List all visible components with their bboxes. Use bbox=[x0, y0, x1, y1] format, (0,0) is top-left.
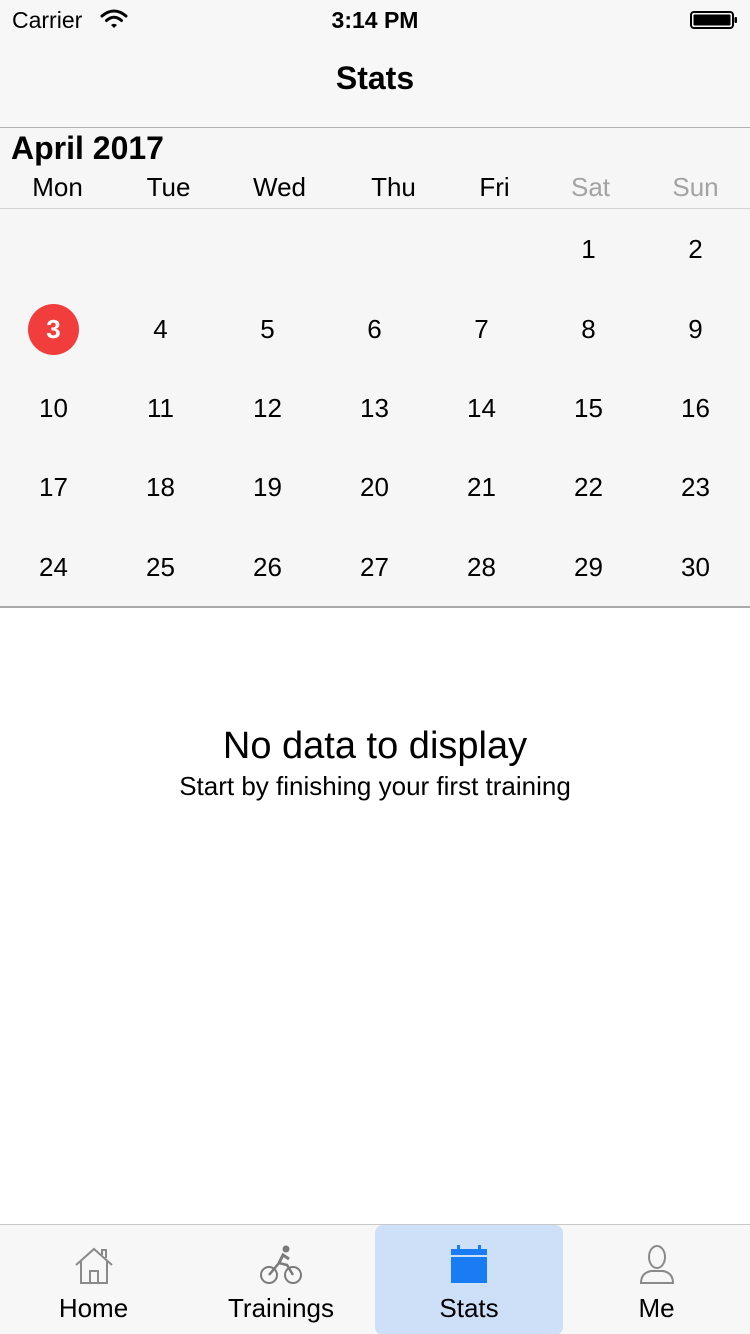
calendar-day-number: 7 bbox=[474, 314, 489, 344]
clock: 3:14 PM bbox=[331, 7, 419, 33]
calendar-day[interactable]: 30 bbox=[642, 528, 749, 608]
calendar-day[interactable]: 13 bbox=[321, 369, 428, 449]
calendar-day[interactable]: 16 bbox=[642, 369, 749, 449]
calendar-day-number: 5 bbox=[260, 314, 275, 344]
empty-state: No data to display Start by finishing yo… bbox=[0, 722, 750, 802]
calendar-day-number: 4 bbox=[153, 314, 168, 344]
page-title: Stats bbox=[335, 60, 415, 96]
calendar-day[interactable]: 21 bbox=[428, 448, 535, 528]
calendar-day-number: 30 bbox=[681, 552, 710, 582]
tab-me[interactable]: Me bbox=[563, 1225, 750, 1334]
calendar-day-number: 10 bbox=[39, 393, 68, 423]
calendar-day-number: 8 bbox=[581, 314, 596, 344]
calendar-day[interactable]: 8 bbox=[535, 290, 642, 370]
calendar-day[interactable]: 15 bbox=[535, 369, 642, 449]
empty-state-title: No data to display bbox=[222, 725, 528, 767]
calendar-day-number: 18 bbox=[146, 472, 175, 502]
calendar-day[interactable]: 25 bbox=[107, 528, 214, 608]
battery-icon bbox=[690, 11, 737, 29]
calendar-day-number: 20 bbox=[360, 472, 389, 502]
tab-stats[interactable]: Stats bbox=[375, 1225, 563, 1334]
calendar-day[interactable]: 23 bbox=[642, 448, 749, 528]
calendar-day[interactable]: 26 bbox=[214, 528, 321, 608]
calendar-day[interactable]: 4 bbox=[107, 290, 214, 370]
calendar-day-number: 15 bbox=[574, 393, 603, 423]
calendar-day-number: 2 bbox=[688, 234, 703, 264]
home-icon bbox=[75, 1247, 113, 1284]
calendar-day[interactable]: 18 bbox=[107, 448, 214, 528]
calendar-day[interactable]: 19 bbox=[214, 448, 321, 528]
calendar-day[interactable]: 14 bbox=[428, 369, 535, 449]
calendar-icon bbox=[451, 1245, 487, 1283]
calendar-day-number: 12 bbox=[253, 393, 282, 423]
calendar-day-today[interactable]: 3 bbox=[0, 290, 107, 370]
bicycle-icon bbox=[260, 1245, 302, 1284]
calendar-day-number: 28 bbox=[467, 552, 496, 582]
calendar-day-number: 9 bbox=[688, 314, 703, 344]
tab-trainings-label: Trainings bbox=[228, 1293, 334, 1323]
weekday-thu: Thu bbox=[371, 172, 416, 202]
calendar-day[interactable]: 10 bbox=[0, 369, 107, 449]
calendar-day-number: 19 bbox=[253, 472, 282, 502]
tab-trainings[interactable]: Trainings bbox=[187, 1225, 375, 1334]
calendar-day[interactable]: 6 bbox=[321, 290, 428, 370]
calendar-day[interactable]: 1 bbox=[535, 210, 642, 290]
status-bar: Carrier 3:14 PM bbox=[0, 0, 750, 40]
calendar-day-number: 11 bbox=[147, 393, 174, 423]
person-icon bbox=[639, 1245, 675, 1284]
calendar-day-number: 1 bbox=[581, 234, 596, 264]
tab-me-label: Me bbox=[638, 1293, 675, 1323]
calendar-day[interactable]: 24 bbox=[0, 528, 107, 608]
days-grid: 1 2 3 4 5 6 7 8 9 10 11 12 13 14 15 16 17 18 19 20 21 22 23 24 2… bbox=[0, 210, 750, 606]
calendar-day[interactable]: 20 bbox=[321, 448, 428, 528]
empty-state-subtitle: Start by finishing your first training bbox=[179, 771, 571, 801]
weekday-header: Mon Tue Wed Thu Fri Sat Sun bbox=[0, 172, 750, 209]
calendar-day-number: 16 bbox=[681, 393, 710, 423]
calendar-day[interactable]: 17 bbox=[0, 448, 107, 528]
calendar-day-number: 26 bbox=[253, 552, 282, 582]
tab-home-label: Home bbox=[58, 1293, 129, 1323]
weekday-mon: Mon bbox=[32, 172, 83, 202]
tab-stats-label: Stats bbox=[439, 1293, 499, 1323]
month-title: April 2017 bbox=[11, 130, 164, 166]
calendar-day-number: 25 bbox=[146, 552, 175, 582]
calendar-day[interactable]: 27 bbox=[321, 528, 428, 608]
calendar-day[interactable]: 7 bbox=[428, 290, 535, 370]
calendar-day-number: 21 bbox=[467, 472, 496, 502]
navigation-bar: Stats bbox=[0, 40, 750, 128]
calendar-day-number: 23 bbox=[681, 472, 710, 502]
tab-home[interactable]: Home bbox=[0, 1225, 187, 1334]
calendar-day-number: 29 bbox=[574, 552, 603, 582]
calendar-day-number: 14 bbox=[467, 393, 496, 423]
calendar-day[interactable]: 9 bbox=[642, 290, 749, 370]
calendar-day[interactable]: 11 bbox=[107, 369, 214, 449]
calendar-day[interactable]: 28 bbox=[428, 528, 535, 608]
calendar-day[interactable]: 12 bbox=[214, 369, 321, 449]
calendar-day[interactable]: 5 bbox=[214, 290, 321, 370]
calendar-day[interactable]: 22 bbox=[535, 448, 642, 528]
calendar: April 2017 Mon Tue Wed Thu Fri Sat Sun 1… bbox=[0, 128, 750, 608]
weekday-wed: Wed bbox=[253, 172, 306, 202]
weekday-sun: Sun bbox=[672, 172, 719, 202]
calendar-day[interactable]: 2 bbox=[642, 210, 749, 290]
weekday-sat: Sat bbox=[570, 172, 611, 202]
calendar-day-number: 17 bbox=[39, 472, 68, 502]
calendar-day[interactable]: 29 bbox=[535, 528, 642, 608]
calendar-day-number: 27 bbox=[360, 552, 389, 582]
calendar-day-number: 13 bbox=[360, 393, 389, 423]
calendar-day-number: 24 bbox=[39, 552, 68, 582]
weekday-fri: Fri bbox=[479, 172, 510, 202]
tab-bar: Home Trainings Stats Me bbox=[0, 1224, 750, 1334]
calendar-day-number: 22 bbox=[574, 472, 603, 502]
calendar-day-number: 6 bbox=[367, 314, 382, 344]
calendar-day-number: 3 bbox=[46, 314, 61, 344]
weekday-tue: Tue bbox=[146, 172, 191, 202]
